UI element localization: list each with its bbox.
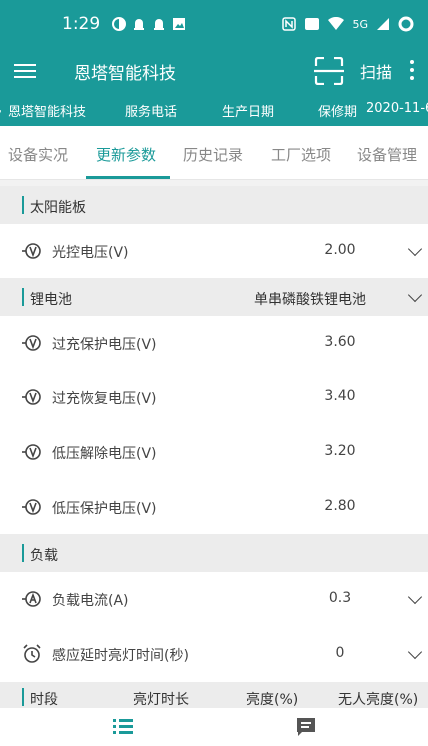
cellular-signal-icon bbox=[377, 18, 389, 30]
bell-icon bbox=[134, 19, 145, 30]
menu-icon[interactable] bbox=[14, 60, 36, 82]
message-icon[interactable] bbox=[295, 716, 317, 738]
chevron-down-icon[interactable] bbox=[407, 241, 423, 257]
row-low-voltage-release[interactable]: 低压解除电压(V) 3.20 bbox=[0, 424, 428, 480]
info-marquee: , 恩塔智能科技 服务电话 生产日期 保修期 2020-11-6 bbox=[0, 94, 428, 126]
row-value[interactable]: 0 bbox=[300, 645, 380, 661]
row-light-control-voltage[interactable]: 光控电压(V) 2.00 bbox=[0, 224, 428, 278]
chevron-down-icon[interactable] bbox=[407, 287, 423, 303]
section-title: 负载 bbox=[30, 548, 58, 564]
app-title: 恩塔智能科技 bbox=[74, 63, 176, 84]
scan-button[interactable]: 扫描 bbox=[360, 59, 392, 83]
section-solar: 太阳能板 bbox=[0, 186, 428, 224]
alarm-clock-icon bbox=[23, 644, 41, 663]
info-service-phone: 服务电话 bbox=[125, 105, 178, 120]
info-warranty-date: 2020-11-6 bbox=[366, 101, 428, 116]
status-time: 1:29 bbox=[62, 14, 101, 34]
tab-bar: 设备实况 更新参数 历史记录 工厂选项 设备管理 bbox=[0, 126, 428, 180]
row-value[interactable]: 3.40 bbox=[300, 388, 380, 404]
image-icon bbox=[173, 18, 186, 30]
tab-device-status[interactable]: 设备实况 bbox=[8, 144, 68, 165]
row-label: 低压保护电压(V) bbox=[52, 501, 157, 517]
nfc-icon bbox=[282, 17, 297, 31]
section-battery: 锂电池 单串磷酸铁锂电池 bbox=[0, 278, 428, 316]
app-notification-icon bbox=[112, 17, 127, 31]
voltage-icon bbox=[22, 243, 41, 259]
row-load-current[interactable]: 负载电流(A) 0.3 bbox=[0, 572, 428, 626]
column-header-unmanned-brightness: 无人亮度(%) bbox=[338, 692, 419, 708]
row-value[interactable]: 2.00 bbox=[300, 242, 380, 258]
tab-factory-options[interactable]: 工厂选项 bbox=[271, 144, 331, 165]
info-production-date: 生产日期 bbox=[222, 105, 275, 120]
section-load: 负载 bbox=[0, 534, 428, 572]
row-value[interactable]: 2.80 bbox=[300, 498, 380, 514]
row-label: 负载电流(A) bbox=[52, 593, 129, 609]
column-header-brightness: 亮度(%) bbox=[246, 692, 299, 708]
section-title: 时段 bbox=[30, 692, 58, 708]
row-over-charge-protect[interactable]: 过充保护电压(V) 3.60 bbox=[0, 316, 428, 370]
voltage-icon bbox=[22, 389, 41, 405]
active-tab-indicator bbox=[86, 176, 170, 179]
row-value[interactable]: 3.60 bbox=[300, 334, 380, 350]
row-label: 感应延时亮灯时间(秒) bbox=[52, 648, 189, 664]
row-value[interactable]: 3.20 bbox=[300, 443, 380, 459]
column-header-duration: 亮灯时长 bbox=[133, 692, 189, 708]
bottom-navigation bbox=[0, 708, 428, 746]
wifi-icon bbox=[328, 17, 345, 30]
section-title: 太阳能板 bbox=[30, 200, 86, 216]
row-label: 低压解除电压(V) bbox=[52, 446, 157, 462]
app-bar: 恩塔智能科技 扫描 bbox=[0, 48, 428, 94]
ampere-icon bbox=[22, 591, 41, 607]
row-label: 过充恢复电压(V) bbox=[52, 391, 157, 407]
more-options-icon[interactable] bbox=[410, 60, 414, 84]
row-over-charge-recover[interactable]: 过充恢复电压(V) 3.40 bbox=[0, 370, 428, 424]
chevron-down-icon[interactable] bbox=[407, 644, 423, 660]
voltage-icon bbox=[22, 444, 41, 460]
volte-icon bbox=[305, 18, 320, 30]
info-warranty: 保修期 bbox=[318, 105, 358, 120]
scan-icon[interactable] bbox=[313, 57, 344, 85]
status-bar: 1:29 5G bbox=[0, 0, 428, 48]
row-low-voltage-protect[interactable]: 低压保护电压(V) 2.80 bbox=[0, 480, 428, 534]
info-dot: , bbox=[0, 101, 2, 116]
signal-type: 5G bbox=[352, 17, 368, 31]
chevron-down-icon[interactable] bbox=[407, 589, 423, 605]
row-value[interactable]: 0.3 bbox=[300, 590, 380, 606]
battery-ring-icon bbox=[398, 16, 414, 32]
tab-update-params[interactable]: 更新参数 bbox=[96, 144, 156, 165]
battery-type-select[interactable]: 单串磷酸铁锂电池 bbox=[254, 289, 366, 309]
section-title: 锂电池 bbox=[30, 292, 72, 308]
bell-icon bbox=[154, 19, 165, 30]
row-label: 光控电压(V) bbox=[52, 245, 129, 261]
tab-device-management[interactable]: 设备管理 bbox=[357, 144, 417, 165]
tab-history[interactable]: 历史记录 bbox=[183, 144, 243, 165]
row-sensor-delay[interactable]: 感应延时亮灯时间(秒) 0 bbox=[0, 626, 428, 682]
voltage-icon bbox=[22, 335, 41, 351]
list-icon[interactable] bbox=[112, 716, 134, 738]
voltage-icon bbox=[22, 499, 41, 515]
info-company: 恩塔智能科技 bbox=[8, 105, 87, 120]
row-label: 过充保护电压(V) bbox=[52, 337, 157, 353]
